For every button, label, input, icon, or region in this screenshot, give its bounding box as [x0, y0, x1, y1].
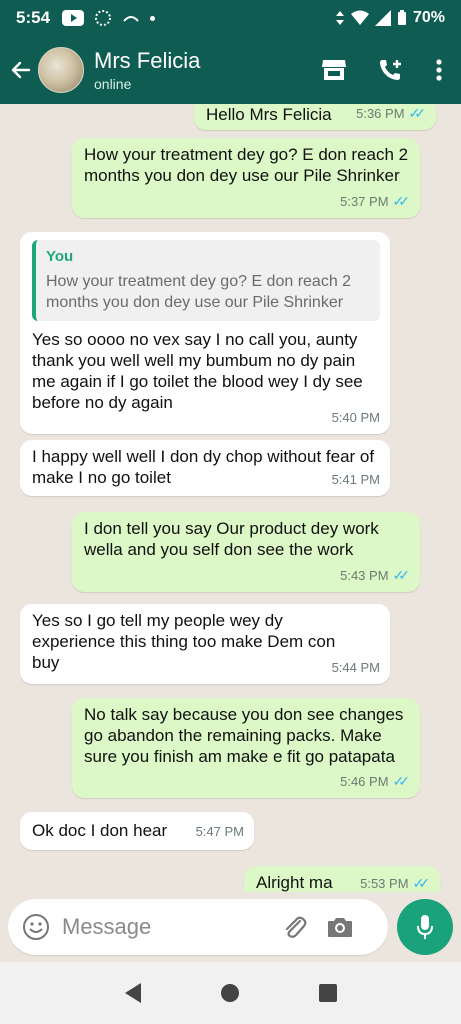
contact-info[interactable]: Mrs Felicia online: [94, 48, 200, 92]
message-text: No talk say because you don see changes …: [84, 705, 404, 766]
status-time: 5:54: [16, 8, 51, 27]
read-ticks-icon: ✓✓: [392, 193, 411, 209]
composer-bar: [0, 892, 461, 962]
contact-name: Mrs Felicia: [94, 48, 201, 73]
signal-icon: [374, 10, 391, 26]
message-time: 5:41 PM: [331, 472, 380, 487]
sync-icon: [95, 10, 112, 26]
battery-icon: [397, 10, 406, 25]
message-bubble[interactable]: I don tell you say Our product dey work …: [72, 512, 420, 592]
message-text: How your treatment dey go? E don reach 2…: [84, 145, 409, 185]
chat-area[interactable]: Hello Mrs Felicia 5:36 PM ✓✓ How your tre…: [0, 104, 461, 892]
message-input[interactable]: [62, 914, 272, 940]
message-bubble[interactable]: Yes so I go tell my people wey dy experi…: [20, 604, 390, 684]
nav-back-icon[interactable]: [124, 983, 141, 1003]
read-ticks-icon: ✓✓: [392, 773, 411, 789]
attach-icon[interactable]: [280, 913, 308, 941]
message-time: 5:44 PM: [331, 660, 380, 675]
message-bubble[interactable]: You How your treatment dey go? E don rea…: [20, 232, 390, 434]
quote-text: How your treatment dey go? E don reach 2…: [46, 273, 352, 311]
read-ticks-icon: ✓✓: [392, 567, 411, 583]
back-button[interactable]: [6, 55, 36, 85]
message-bubble[interactable]: Alright ma 5:53 PM ✓✓: [244, 866, 440, 892]
message-text: I don tell you say Our product dey work …: [84, 519, 379, 559]
back-arrow-icon: [11, 61, 31, 79]
store-icon[interactable]: [321, 58, 347, 82]
message-bubble[interactable]: Ok doc I don hear 5:47 PM: [20, 812, 254, 850]
data-arrows-icon: [335, 11, 344, 25]
message-time: 5:46 PM: [340, 774, 389, 789]
more-vert-icon[interactable]: [435, 58, 443, 82]
notification-dot-icon: [150, 15, 156, 21]
youtube-icon: [62, 10, 85, 26]
read-ticks-icon: ✓✓: [408, 105, 427, 121]
read-ticks-icon: ✓✓: [412, 875, 431, 891]
composer: [8, 899, 388, 955]
message-bubble[interactable]: No talk say because you don see changes …: [72, 698, 420, 798]
contact-status: online: [94, 76, 132, 92]
message-bubble[interactable]: Hello Mrs Felicia 5:36 PM ✓✓: [194, 104, 436, 130]
quoted-message[interactable]: You How your treatment dey go? E don rea…: [32, 240, 380, 321]
add-call-icon[interactable]: [377, 57, 405, 83]
nav-recents-icon[interactable]: [318, 984, 337, 1002]
voice-message-button[interactable]: [397, 899, 453, 955]
message-time: 5:53 PM: [360, 876, 409, 891]
missed-call-icon: [123, 16, 139, 22]
system-nav-bar: [0, 962, 461, 1024]
message-text: Yes so I go tell my people wey dy experi…: [32, 611, 336, 672]
battery-percent: 70%: [412, 9, 445, 26]
wifi-icon: [350, 10, 369, 25]
nav-home-icon[interactable]: [220, 984, 239, 1002]
emoji-icon[interactable]: [22, 913, 50, 941]
message-text: Yes so oooo no vex say I no call you, au…: [32, 330, 363, 412]
chat-header: Mrs Felicia online: [0, 36, 461, 104]
message-time: 5:40 PM: [331, 410, 380, 425]
message-text: I happy well well I don dy chop without …: [32, 447, 375, 487]
message-bubble[interactable]: I happy well well I don dy chop without …: [20, 440, 390, 496]
message-bubble[interactable]: How your treatment dey go? E don reach 2…: [72, 138, 420, 218]
quote-author: You: [46, 248, 74, 265]
message-time: 5:43 PM: [340, 568, 389, 583]
message-time: 5:47 PM: [195, 824, 244, 839]
message-time: 5:37 PM: [340, 194, 389, 209]
status-bar: 5:54 70%: [0, 0, 461, 36]
message-time: 5:36 PM: [356, 106, 405, 121]
mic-icon: [417, 915, 433, 939]
avatar[interactable]: [38, 47, 84, 93]
camera-icon[interactable]: [326, 915, 354, 939]
